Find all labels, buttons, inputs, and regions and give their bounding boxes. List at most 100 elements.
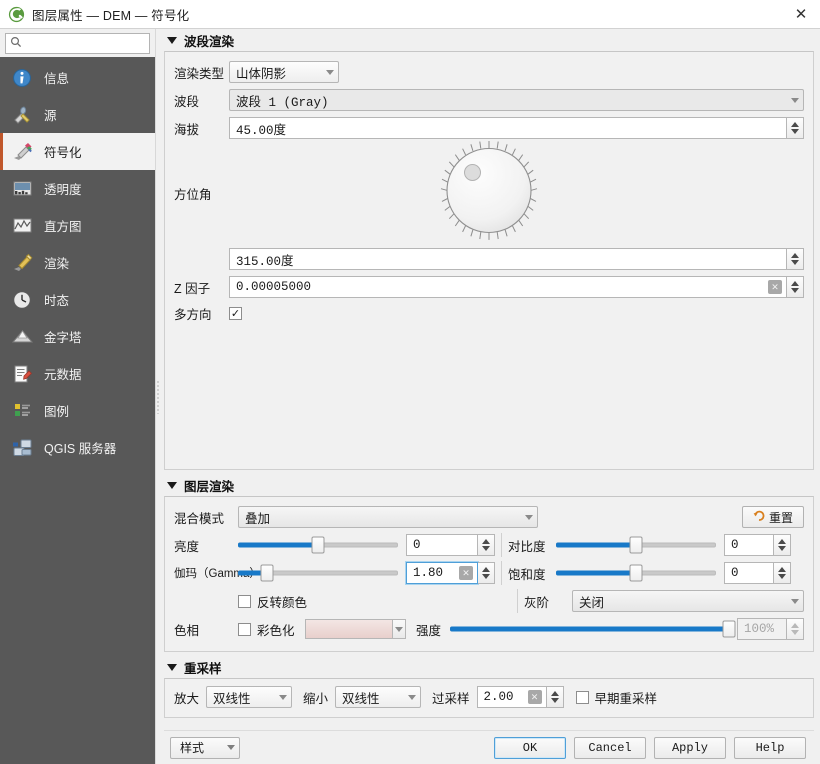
z-factor-input[interactable]: 0.00005000 ✕ — [229, 276, 787, 298]
contrast-label: 对比度 — [508, 539, 546, 554]
zoom-in-combo[interactable]: 双线性 — [206, 686, 293, 708]
sidebar-item-label: 直方图 — [44, 220, 82, 234]
multidirectional-row: 多方向 — [174, 301, 804, 325]
close-icon[interactable]: ✕ — [786, 0, 816, 28]
style-button[interactable]: 样式 — [170, 736, 240, 759]
band-value: 波段 1 (Gray) — [236, 95, 329, 110]
sidebar-splitter[interactable] — [155, 29, 160, 764]
brightness-slider[interactable] — [238, 534, 398, 556]
histogram-icon — [11, 214, 35, 238]
cancel-button[interactable]: Cancel — [574, 736, 646, 759]
chevron-down-icon — [227, 745, 235, 750]
band-combo[interactable]: 波段 1 (Gray) — [229, 89, 804, 111]
brightness-input[interactable]: 0 — [406, 534, 478, 556]
gamma-saturation-row: 伽玛（Gamma） 1.80 ✕ 饱和度 0 — [174, 559, 804, 587]
chevron-down-icon[interactable] — [393, 619, 406, 639]
colorize-checkbox[interactable] — [238, 622, 251, 636]
color-swatch — [305, 619, 393, 639]
clear-icon[interactable]: ✕ — [459, 566, 473, 580]
altitude-stepper[interactable] — [787, 117, 804, 139]
sidebar-item-legend[interactable]: 图例 — [0, 392, 155, 429]
grayscale-combo[interactable]: 关闭 — [572, 590, 804, 612]
apply-button[interactable]: Apply — [654, 736, 726, 759]
azimuth-dial[interactable] — [427, 140, 551, 247]
azimuth-row: 315.00度 — [174, 245, 804, 273]
ok-button[interactable]: OK — [494, 736, 566, 759]
early-resample-checkbox[interactable] — [575, 690, 589, 704]
sidebar-item-symbology[interactable]: 符号化 — [0, 133, 155, 170]
splitter-grip — [157, 379, 159, 414]
sidebar-item-label: 图例 — [44, 405, 70, 419]
metadata-icon — [11, 362, 35, 386]
strength-input[interactable]: 100% — [737, 618, 787, 640]
search-box[interactable] — [5, 33, 150, 54]
window-title: 图层属性 — DEM — 符号化 — [32, 8, 190, 23]
slider-handle[interactable] — [260, 564, 274, 582]
contrast-stepper[interactable] — [774, 534, 791, 556]
saturation-stepper[interactable] — [774, 562, 791, 584]
azimuth-input[interactable]: 315.00度 — [229, 248, 787, 270]
clear-icon[interactable]: ✕ — [768, 280, 782, 294]
source-wrench-icon — [11, 103, 35, 127]
search-input[interactable] — [22, 35, 145, 52]
saturation-slider[interactable] — [556, 562, 716, 584]
z-factor-stepper[interactable] — [787, 276, 804, 298]
azimuth-value: 315.00度 — [236, 254, 294, 269]
strength-slider[interactable] — [450, 618, 736, 640]
help-button[interactable]: Help — [734, 736, 806, 759]
resampling-panel: 放大 双线性 缩小 双线性 过采样 2.00 ✕ 早期重采样 — [164, 678, 814, 718]
band-rendering-header[interactable]: 波段渲染 — [164, 29, 814, 51]
search-icon — [10, 36, 22, 51]
sidebar-item-label: QGIS 服务器 — [44, 442, 117, 456]
slider-handle[interactable] — [629, 564, 643, 582]
cancel-label: Cancel — [588, 740, 632, 755]
info-icon — [11, 66, 35, 90]
grayscale-value: 关闭 — [579, 595, 605, 610]
sidebar-item-metadata[interactable]: 元数据 — [0, 355, 155, 392]
sidebar-item-rendering[interactable]: 渲染 — [0, 244, 155, 281]
reset-button[interactable]: 重置 — [742, 506, 804, 528]
pyramids-icon — [11, 325, 35, 349]
colorize-color-button[interactable] — [305, 619, 406, 639]
sidebar-item-label: 源 — [44, 109, 57, 123]
render-type-combo[interactable]: 山体阴影 — [229, 61, 339, 83]
slider-handle[interactable] — [311, 536, 325, 554]
brightness-stepper[interactable] — [478, 534, 495, 556]
slider-fill — [450, 626, 729, 632]
contrast-input[interactable]: 0 — [724, 534, 774, 556]
legend-icon — [11, 399, 35, 423]
slider-handle[interactable] — [629, 536, 643, 554]
azimuth-label: 方位角 — [174, 188, 212, 202]
clear-icon[interactable]: ✕ — [527, 690, 542, 704]
saturation-label: 饱和度 — [508, 567, 546, 582]
gamma-input[interactable]: 1.80 ✕ — [405, 561, 479, 585]
blend-mode-value: 叠加 — [245, 511, 271, 526]
saturation-input[interactable]: 0 — [724, 562, 774, 584]
sidebar-item-transparency[interactable]: 透明度 — [0, 170, 155, 207]
invert-colors-checkbox[interactable] — [238, 594, 251, 608]
sidebar-item-pyramids[interactable]: 金字塔 — [0, 318, 155, 355]
altitude-input[interactable]: 45.00度 — [229, 117, 787, 139]
blend-mode-combo[interactable]: 叠加 — [238, 506, 538, 528]
strength-stepper[interactable] — [787, 618, 804, 640]
multidirectional-checkbox[interactable] — [229, 306, 242, 320]
sidebar-item-information[interactable]: 信息 — [0, 59, 155, 96]
apply-label: Apply — [671, 740, 708, 755]
zoom-in-value: 双线性 — [213, 691, 251, 706]
sidebar-item-qgis-server[interactable]: QGIS 服务器 — [0, 429, 155, 466]
zoom-out-combo[interactable]: 双线性 — [335, 686, 422, 708]
oversampling-stepper[interactable] — [546, 686, 564, 708]
zoom-out-value: 双线性 — [342, 691, 380, 706]
resampling-header[interactable]: 重采样 — [164, 656, 814, 678]
azimuth-stepper[interactable] — [787, 248, 804, 270]
slider-handle[interactable] — [722, 620, 736, 638]
contrast-slider[interactable] — [556, 534, 716, 556]
sidebar-item-source[interactable]: 源 — [0, 96, 155, 133]
oversampling-input[interactable]: 2.00 ✕ — [476, 686, 547, 708]
layer-rendering-header[interactable]: 图层渲染 — [164, 474, 814, 496]
gamma-slider[interactable] — [238, 562, 398, 584]
gamma-stepper[interactable] — [478, 562, 495, 584]
sidebar-item-temporal[interactable]: 时态 — [0, 281, 155, 318]
sidebar-item-histogram[interactable]: 直方图 — [0, 207, 155, 244]
slider-fill — [556, 570, 636, 576]
